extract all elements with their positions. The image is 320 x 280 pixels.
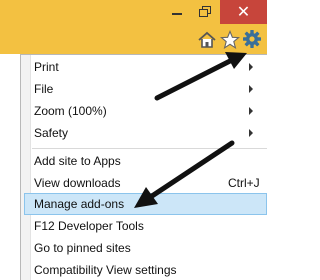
menu-item-label: View downloads xyxy=(34,176,121,190)
menu-item-label: Compatibility View settings xyxy=(34,263,177,277)
submenu-arrow-icon xyxy=(249,107,253,115)
home-icon[interactable] xyxy=(197,30,217,50)
submenu-arrow-icon xyxy=(249,85,253,93)
menu-item-label: Print xyxy=(34,60,59,74)
menu-item-go-to-pinned-sites[interactable]: Go to pinned sites xyxy=(21,237,267,259)
menu-item-shortcut: Ctrl+J xyxy=(228,176,260,190)
menu-item-file[interactable]: File xyxy=(21,78,267,100)
gear-icon[interactable] xyxy=(242,29,262,49)
star-icon[interactable] xyxy=(220,30,240,50)
menu-item-label: File xyxy=(34,82,54,96)
title-bar: ✕ xyxy=(0,0,267,54)
submenu-arrow-icon xyxy=(249,63,253,71)
menu-item-f12-developer-tools[interactable]: F12 Developer Tools xyxy=(21,215,267,237)
menu-item-safety[interactable]: Safety xyxy=(21,122,267,144)
submenu-arrow-icon xyxy=(249,129,253,137)
menu-item-zoom[interactable]: Zoom (100%) xyxy=(21,100,267,122)
menu-item-view-downloads[interactable]: View downloads Ctrl+J xyxy=(21,172,267,194)
menu-item-label: Add site to Apps xyxy=(34,154,121,168)
restore-button[interactable] xyxy=(192,0,218,24)
menu-item-label: Zoom (100%) xyxy=(34,104,107,118)
restore-icon-front xyxy=(199,9,208,17)
menu-item-label: Go to pinned sites xyxy=(34,241,131,255)
minimize-button[interactable] xyxy=(164,0,190,24)
menu-item-label: F12 Developer Tools xyxy=(34,219,144,233)
menu-item-label: Manage add-ons xyxy=(34,197,125,211)
tools-menu: Print File Zoom (100%) Safety Add site t… xyxy=(20,54,267,280)
menu-item-manage-add-ons[interactable]: Manage add-ons xyxy=(24,193,267,215)
menu-separator xyxy=(32,148,267,149)
close-icon: ✕ xyxy=(236,2,251,21)
menu-item-add-site-to-apps[interactable]: Add site to Apps xyxy=(21,150,267,172)
close-button[interactable]: ✕ xyxy=(220,0,267,24)
menu-item-print[interactable]: Print xyxy=(21,56,267,78)
menu-item-label: Safety xyxy=(34,126,69,140)
menu-item-compatibility-view-settings[interactable]: Compatibility View settings xyxy=(21,259,267,280)
